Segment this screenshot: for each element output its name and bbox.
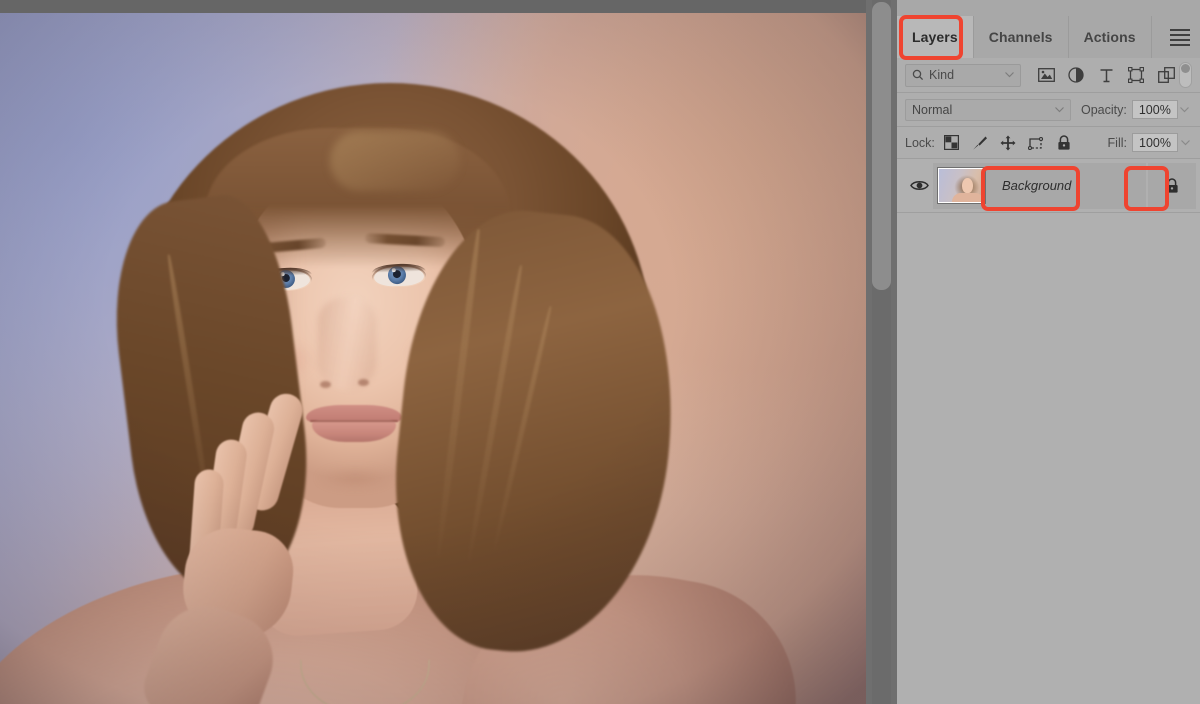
fill-input[interactable]: 100% [1132, 133, 1178, 152]
tab-actions[interactable]: Actions [1068, 16, 1152, 58]
tab-strip-filler [1151, 16, 1160, 58]
nose [318, 298, 376, 390]
tab-channels[interactable]: Channels [973, 16, 1069, 58]
opacity-value: 100% [1138, 102, 1171, 117]
opacity-chevron-down-icon[interactable] [1178, 106, 1192, 113]
fill-label: Fill: [1107, 135, 1127, 150]
layer-thumbnail-background[interactable] [937, 167, 986, 204]
lock-image-pixels-icon[interactable] [971, 134, 989, 152]
tab-channels-label: Channels [988, 29, 1053, 45]
layer-row-body[interactable]: Background [933, 162, 1146, 209]
hamburger-menu-icon[interactable] [1160, 16, 1200, 58]
tab-actions-label: Actions [1083, 29, 1136, 45]
canvas-top-margin [0, 0, 866, 13]
padlock-icon [1166, 177, 1178, 193]
photoshop-window: Layers Channels Actions Kind Normal Opac… [0, 0, 1200, 704]
opacity-input[interactable]: 100% [1131, 100, 1178, 119]
fill-chevron-down-icon[interactable] [1178, 139, 1192, 146]
lock-label: Lock: [905, 135, 935, 150]
lock-transparent-pixels-icon[interactable] [943, 134, 961, 152]
blend-mode-value: Normal [912, 102, 953, 117]
chevron-down-icon [1005, 72, 1015, 78]
filter-smart-objects-icon[interactable] [1153, 63, 1179, 87]
filter-type-layers-icon[interactable] [1093, 63, 1119, 87]
layer-visibility-toggle[interactable] [905, 159, 933, 213]
eye-icon [909, 181, 929, 190]
chevron-down-icon [1055, 106, 1064, 112]
thumbnail-face [962, 178, 973, 193]
filter-kind-label: Kind [929, 68, 955, 82]
lock-row: Lock: Fill: 100% [897, 127, 1200, 159]
layers-panel: Layers Channels Actions Kind Normal Opac… [897, 0, 1200, 704]
panel-tab-strip: Layers Channels Actions [897, 0, 1200, 58]
lock-position-icon[interactable] [999, 134, 1017, 152]
thumbnail-body [952, 193, 984, 202]
portrait-subject [0, 13, 866, 704]
filter-adjustment-layers-icon[interactable] [1063, 63, 1089, 87]
tab-layers-label: Layers [912, 29, 958, 45]
table-row[interactable]: Background [897, 159, 1200, 213]
fill-value: 100% [1139, 135, 1171, 150]
layer-lock-indicator[interactable] [1148, 162, 1196, 209]
blend-mode-select[interactable]: Normal [905, 98, 1071, 121]
nostril-left [320, 381, 331, 388]
opacity-label: Opacity: [1081, 102, 1127, 117]
filter-enable-toggle[interactable] [1179, 62, 1192, 88]
thumbnail-image [939, 169, 984, 202]
blend-mode-row: Normal Opacity: 100% [897, 93, 1200, 127]
filter-pixel-layers-icon[interactable] [1033, 63, 1059, 87]
search-icon [912, 69, 924, 81]
layer-list[interactable]: Background [897, 159, 1200, 704]
necklace [300, 659, 430, 704]
vertical-scrollbar[interactable] [866, 0, 897, 704]
lock-all-icon[interactable] [1055, 134, 1073, 152]
hand [135, 385, 337, 704]
filter-type-buttons [1033, 63, 1179, 87]
filter-kind-select[interactable]: Kind [905, 63, 1022, 87]
canvas-area[interactable] [0, 0, 866, 704]
document-image[interactable] [0, 13, 866, 704]
tab-layers[interactable]: Layers [897, 16, 974, 58]
scrollbar-thumb[interactable] [872, 2, 891, 290]
filter-shape-layers-icon[interactable] [1123, 63, 1149, 87]
lock-artboard-nesting-icon[interactable] [1027, 134, 1045, 152]
layer-name-label[interactable]: Background [986, 178, 1146, 193]
lock-buttons [943, 134, 1073, 152]
nostril-right [358, 379, 369, 386]
layer-filter-row: Kind [897, 58, 1200, 93]
hair-part [330, 131, 460, 191]
